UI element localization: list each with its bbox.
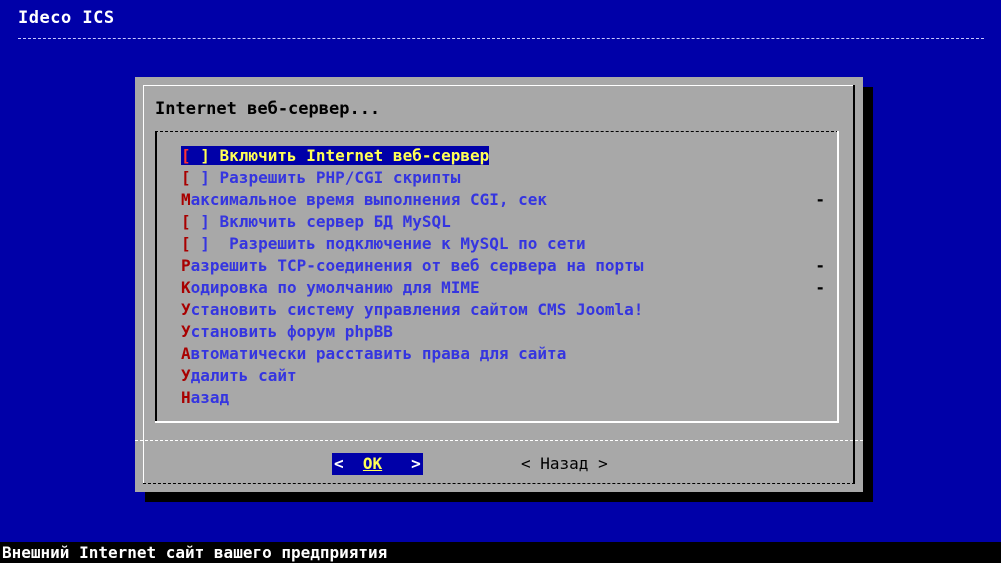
ok-button-suffix: > — [382, 454, 421, 473]
menu-item-hotkey: У — [181, 366, 191, 385]
menu-item-value: - — [815, 190, 825, 209]
menu-item-cgi-timeout[interactable]: Максимальное время выполнения CGI, сек - — [181, 189, 831, 211]
menu-dialog: Internet веб-сервер... [ ] Включить Inte… — [135, 77, 863, 492]
menu-item-hotkey: А — [181, 344, 191, 363]
dialog-border-top — [143, 85, 855, 86]
menu-item-delete-site[interactable]: Удалить сайт — [181, 365, 831, 387]
dialog-border-bottom — [143, 483, 855, 484]
menu-item-label: втоматически расставить права для сайта — [190, 344, 567, 363]
menu-item-set-permissions[interactable]: Автоматически расставить права для сайта — [181, 343, 831, 365]
menu-item-hotkey: [ — [181, 146, 191, 165]
menu-item-label: становить систему управления сайтом CMS … — [190, 300, 644, 319]
title-divider — [18, 38, 984, 39]
dialog-shadow-right — [863, 87, 873, 502]
menu-item-label: ] Разрешить PHP/CGI скрипты — [190, 168, 461, 187]
menu-item-value: - — [815, 256, 825, 275]
menu-item-hotkey: [ — [181, 212, 191, 231]
menu-item-label: аксимальное время выполнения CGI, сек — [190, 190, 548, 209]
dialog-shadow-bottom — [145, 492, 873, 502]
menu-item-hotkey: [ — [181, 168, 191, 187]
menu-item-back[interactable]: Назад — [181, 387, 831, 409]
menu-box-border-right — [837, 131, 839, 423]
menu-item-label: ] Разрешить подключение к MySQL по сети — [190, 234, 586, 253]
menu-item-install-joomla[interactable]: Установить систему управления сайтом CMS… — [181, 299, 831, 321]
menu-item-label: далить сайт — [190, 366, 297, 385]
menu-item-hotkey: У — [181, 322, 191, 341]
button-separator — [135, 440, 863, 441]
app-title: Ideco ICS — [18, 8, 115, 28]
menu-item-hotkey: Н — [181, 388, 191, 407]
dialog-border-right — [853, 85, 855, 484]
menu-item-install-phpbb[interactable]: Установить форум phpBB — [181, 321, 831, 343]
menu-item-enable-web-server[interactable]: [ ] Включить Internet веб-сервер — [181, 145, 831, 167]
menu-box-border-bottom — [155, 421, 839, 423]
menu-item-allow-mysql-network[interactable]: [ ] Разрешить подключение к MySQL по сет… — [181, 233, 831, 255]
menu-item-value: - — [815, 278, 825, 297]
menu-item-allow-php-cgi[interactable]: [ ] Разрешить PHP/CGI скрипты — [181, 167, 831, 189]
menu-item-label: ] Включить сервер БД MySQL — [190, 212, 451, 231]
menu-item-mime-encoding[interactable]: Кодировка по умолчанию для MIME - — [181, 277, 831, 299]
ok-button-prefix: < — [334, 454, 363, 473]
ok-button[interactable]: < OK > — [332, 453, 423, 475]
menu-item-label: становить форум phpBB — [190, 322, 393, 341]
menu-item-label: азад — [190, 388, 230, 407]
menu-box-border-top — [155, 131, 839, 132]
menu-item-hotkey: М — [181, 190, 191, 209]
menu-box: [ ] Включить Internet веб-сервер [ ] Раз… — [155, 131, 839, 423]
menu-item-enable-mysql[interactable]: [ ] Включить сервер БД MySQL — [181, 211, 831, 233]
dialog-title: Internet веб-сервер... — [155, 99, 381, 119]
menu-box-border-left — [155, 131, 157, 423]
menu-list: [ ] Включить Internet веб-сервер [ ] Раз… — [181, 145, 831, 409]
menu-item-hotkey: У — [181, 300, 191, 319]
menu-item-hotkey: Р — [181, 256, 191, 275]
dialog-border-left — [143, 85, 144, 484]
status-bar: Внешний Internet сайт вашего предприятия — [0, 542, 1001, 563]
menu-item-hotkey: К — [181, 278, 191, 297]
button-row: < OK > < Назад > — [135, 453, 863, 477]
ok-button-label: OK — [362, 454, 383, 473]
menu-item-allow-tcp-ports[interactable]: Разрешить TCP-соединения от веб сервера … — [181, 255, 831, 277]
menu-item-hotkey: [ — [181, 234, 191, 253]
back-button[interactable]: < Назад > — [521, 453, 608, 475]
menu-item-label: азрешить TCP-соединения от веб сервера н… — [190, 256, 644, 275]
menu-item-label: одировка по умолчанию для MIME — [190, 278, 480, 297]
menu-item-label: ] Включить Internet веб-сервер — [190, 146, 490, 165]
